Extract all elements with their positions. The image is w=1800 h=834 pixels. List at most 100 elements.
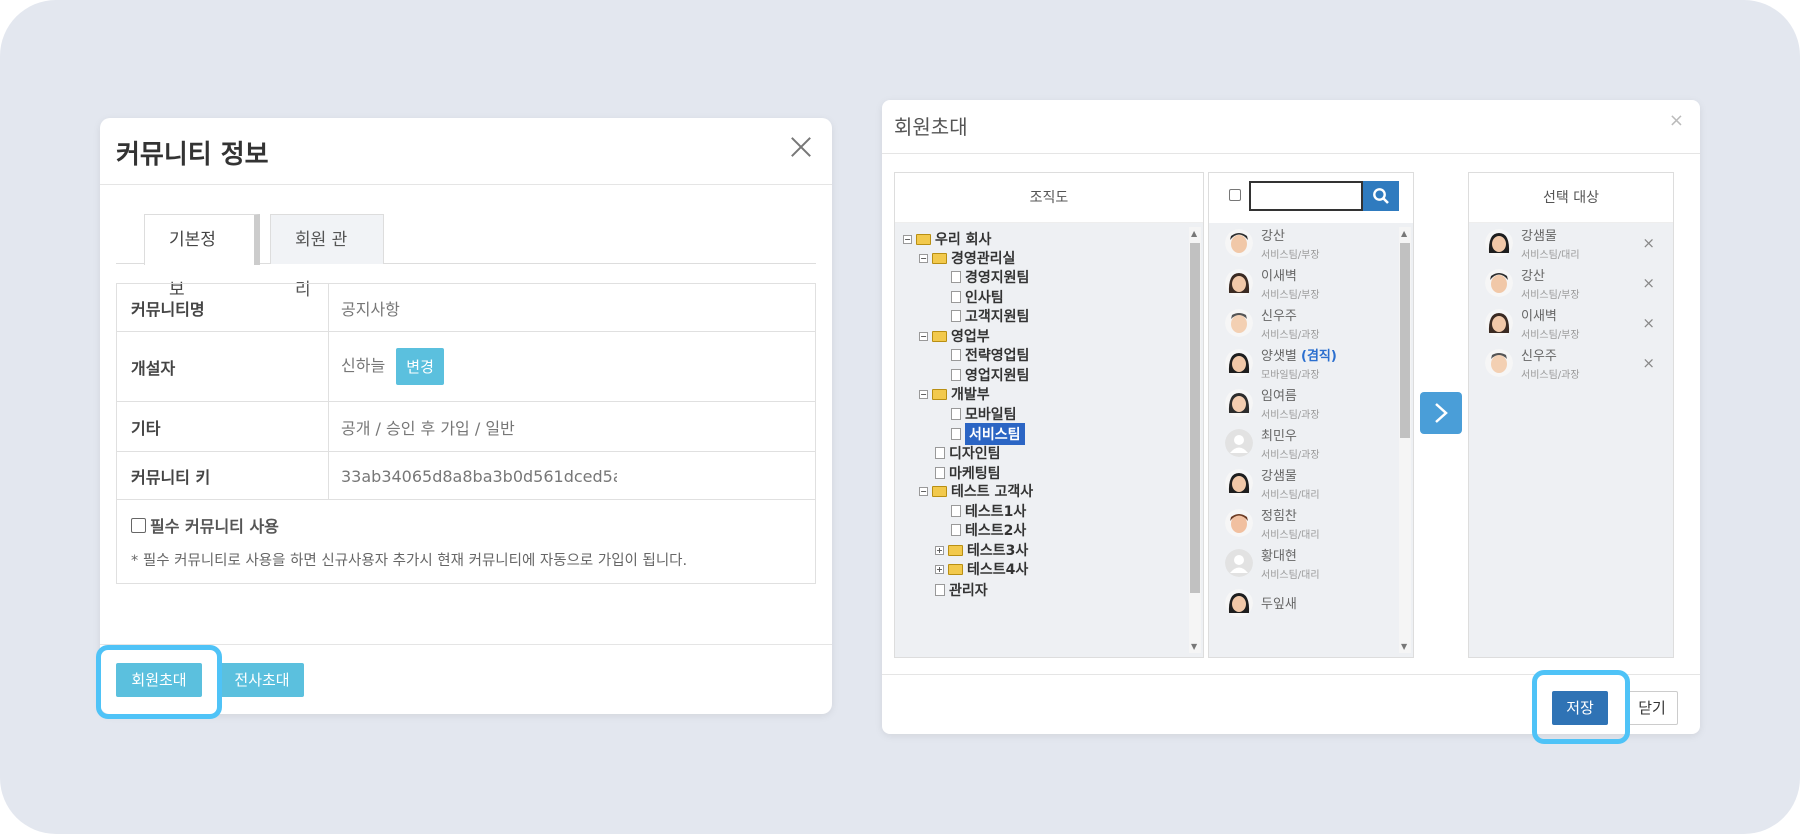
avatar bbox=[1485, 229, 1513, 257]
tree-node[interactable]: 경영지원팀 bbox=[951, 267, 1029, 287]
scroll-thumb[interactable] bbox=[1190, 243, 1200, 593]
remove-icon[interactable]: × bbox=[1642, 274, 1655, 292]
scroll-up-icon[interactable]: ▲ bbox=[1401, 229, 1407, 238]
tree-node[interactable]: 영업지원팀 bbox=[951, 365, 1029, 385]
member-dept: 서비스팀/부장 bbox=[1261, 290, 1320, 301]
document-icon bbox=[951, 310, 961, 322]
tree-node[interactable]: − 개발부 bbox=[919, 384, 990, 404]
list-item[interactable]: 신우주 서비스팀/과장 bbox=[1225, 303, 1320, 343]
tree-node[interactable]: 인사팀 bbox=[951, 287, 1004, 307]
tree-node[interactable]: + 테스트3사 bbox=[935, 540, 1028, 560]
folder-icon bbox=[932, 388, 947, 400]
tree-node[interactable]: − 경영관리실 bbox=[919, 248, 1015, 268]
required-community-note: * 필수 커뮤니티로 사용을 하면 신규사용자 추가시 현재 커뮤니티에 자동으… bbox=[131, 553, 688, 569]
invite-all-button[interactable]: 전사초대 bbox=[220, 663, 304, 697]
collapse-icon[interactable]: − bbox=[919, 331, 928, 341]
expand-icon[interactable]: + bbox=[935, 545, 944, 555]
list-item[interactable]: 이새벽 서비스팀/부장 bbox=[1225, 263, 1320, 303]
scroll-thumb[interactable] bbox=[1400, 243, 1410, 438]
tree-node-label: 테스트4사 bbox=[967, 562, 1029, 578]
tree-node[interactable]: 테스트1사 bbox=[951, 501, 1026, 521]
scroll-down-icon[interactable]: ▼ bbox=[1401, 642, 1407, 651]
save-button-highlight bbox=[1532, 670, 1630, 744]
modal-title: 회원초대 bbox=[894, 115, 968, 139]
close-icon[interactable]: × bbox=[1669, 110, 1684, 131]
avatar bbox=[1485, 349, 1513, 377]
member-name-row: 양샛별 (겸직) bbox=[1261, 345, 1337, 364]
info-table: 커뮤니티명 공지사항 개설자 신하늘 변경 기타 공개 / 승인 후 가입 / … bbox=[116, 283, 816, 584]
member-dept: 서비스팀/대리 bbox=[1521, 250, 1580, 261]
member-scrollbar[interactable]: ▲ ▼ bbox=[1399, 227, 1411, 653]
list-item[interactable]: 최민우 서비스팀/과장 bbox=[1225, 423, 1320, 463]
list-item[interactable]: 강산 서비스팀/부장 bbox=[1225, 223, 1320, 263]
tree-node[interactable]: 관리자 bbox=[935, 580, 988, 600]
tree-node[interactable]: 디자인팀 bbox=[935, 443, 1001, 463]
tab-basic-info[interactable]: 기본정보 bbox=[144, 214, 260, 300]
tree-node-label: 경영지원팀 bbox=[965, 270, 1030, 286]
member-dept: 서비스팀/대리 bbox=[1261, 530, 1320, 541]
member-name: 신우주 bbox=[1521, 349, 1557, 364]
tree-node-label: 영업지원팀 bbox=[965, 368, 1030, 384]
close-icon[interactable] bbox=[788, 134, 814, 160]
tree-node-label: 전략영업팀 bbox=[965, 348, 1030, 364]
member-dept: 서비스팀/과장 bbox=[1261, 410, 1320, 421]
tree-node[interactable]: − 우리 회사 bbox=[903, 229, 991, 249]
table-row: 기타 공개 / 승인 후 가입 / 일반 bbox=[116, 401, 816, 452]
modal-header: 커뮤니티 정보 bbox=[100, 118, 832, 185]
list-item[interactable]: 두잎새 bbox=[1225, 583, 1297, 623]
member-invite-modal: 회원초대 × 조직도 − 우리 회사 − 경영관리실 경영지원팀 인사팀 고객지원팀… bbox=[882, 100, 1700, 734]
tree-node-label: 경영관리실 bbox=[951, 251, 1016, 267]
required-community-checkbox[interactable] bbox=[131, 517, 146, 533]
member-name: 강샘물 bbox=[1261, 469, 1297, 484]
tree-node[interactable]: 모바일팀 bbox=[951, 404, 1017, 424]
avatar bbox=[1225, 309, 1253, 337]
remove-icon[interactable]: × bbox=[1642, 354, 1655, 372]
change-founder-button[interactable]: 변경 bbox=[396, 348, 444, 385]
tree-node[interactable]: 고객지원팀 bbox=[951, 306, 1029, 326]
scroll-down-icon[interactable]: ▼ bbox=[1191, 642, 1197, 651]
org-scrollbar[interactable]: ▲ ▼ bbox=[1189, 227, 1201, 653]
expand-icon[interactable]: + bbox=[935, 564, 944, 574]
list-item[interactable]: 강샘물 서비스팀/대리 bbox=[1225, 463, 1320, 503]
tab-member-management[interactable]: 회원 관리 bbox=[270, 214, 384, 300]
collapse-icon[interactable]: − bbox=[919, 253, 928, 263]
tree-node-label: 디자인팀 bbox=[949, 446, 1001, 462]
tab-bar: 기본정보 회원 관리 bbox=[116, 214, 816, 300]
tree-node[interactable]: 전략영업팀 bbox=[951, 345, 1029, 365]
tree-node-label: 영업부 bbox=[951, 329, 990, 345]
required-community-cell: 필수 커뮤니티 사용 * 필수 커뮤니티로 사용을 하면 신규사용자 추가시 현… bbox=[116, 499, 816, 584]
org-tree: − 우리 회사 − 경영관리실 경영지원팀 인사팀 고객지원팀 − 영업부 전략영업팀… bbox=[895, 223, 1203, 657]
tree-node[interactable]: 테스트2사 bbox=[951, 520, 1026, 540]
remove-icon[interactable]: × bbox=[1642, 314, 1655, 332]
tree-node[interactable]: + 테스트4사 bbox=[935, 559, 1028, 579]
etc-label: 기타 bbox=[116, 401, 329, 452]
collapse-icon[interactable]: − bbox=[919, 486, 928, 496]
member-name: 최민우 bbox=[1261, 429, 1297, 444]
tree-node[interactable]: 마케팅팀 bbox=[935, 463, 1001, 483]
document-icon bbox=[935, 467, 945, 479]
tree-node-selected[interactable]: 서비스팀 bbox=[951, 423, 1025, 445]
org-chart-panel: 조직도 − 우리 회사 − 경영관리실 경영지원팀 인사팀 고객지원팀 − 영업부 전… bbox=[894, 172, 1204, 658]
avatar bbox=[1225, 389, 1253, 417]
list-item[interactable]: 양샛별 (겸직) 모바일팀/과장 bbox=[1225, 343, 1337, 383]
remove-icon[interactable]: × bbox=[1642, 234, 1655, 252]
list-item[interactable]: 황대현 서비스팀/대리 bbox=[1225, 543, 1320, 583]
member-search-input[interactable] bbox=[1249, 181, 1363, 211]
select-all-checkbox[interactable] bbox=[1229, 189, 1241, 201]
close-button[interactable]: 닫기 bbox=[1626, 691, 1678, 725]
avatar bbox=[1225, 229, 1253, 257]
add-selected-button[interactable] bbox=[1420, 392, 1462, 434]
scroll-up-icon[interactable]: ▲ bbox=[1191, 229, 1197, 238]
required-community-label: 필수 커뮤니티 사용 bbox=[150, 517, 279, 536]
search-button[interactable] bbox=[1363, 181, 1399, 211]
list-item[interactable]: 정힘찬 서비스팀/대리 bbox=[1225, 503, 1320, 543]
tree-node[interactable]: − 영업부 bbox=[919, 326, 990, 346]
document-icon bbox=[935, 447, 945, 459]
tree-node[interactable]: − 테스트 고객사 bbox=[919, 481, 1033, 501]
collapse-icon[interactable]: − bbox=[903, 234, 912, 244]
invite-button-highlight bbox=[96, 645, 222, 719]
list-item[interactable]: 임여름 서비스팀/과장 bbox=[1225, 383, 1320, 423]
founder-label: 개설자 bbox=[116, 331, 329, 402]
collapse-icon[interactable]: − bbox=[919, 389, 928, 399]
document-icon bbox=[951, 408, 961, 420]
